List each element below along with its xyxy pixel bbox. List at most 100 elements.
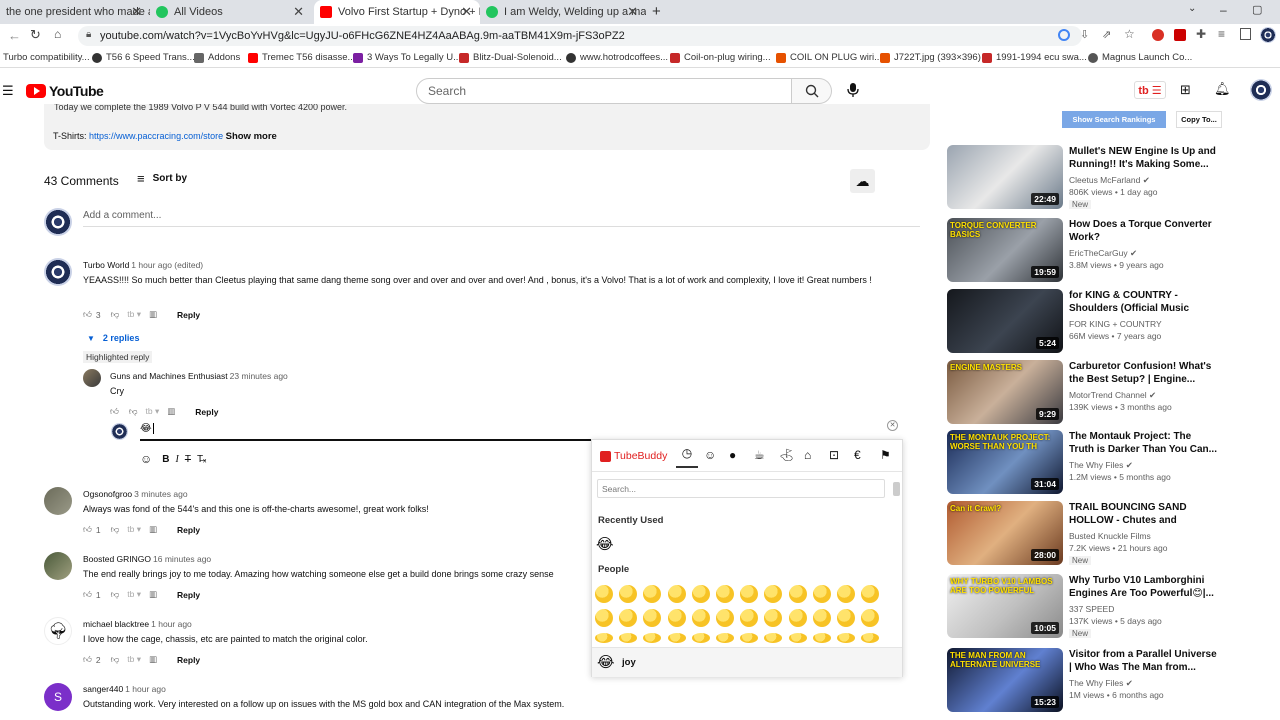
stats-icon[interactable]: ▥ [149, 524, 157, 535]
search-button[interactable] [792, 78, 832, 104]
browser-tab[interactable]: All Videos ✕ [150, 0, 312, 24]
bookmark-item[interactable]: www.hotrodcoffees... [566, 52, 668, 63]
close-icon[interactable]: ✕ [887, 420, 898, 431]
dislike-icon[interactable]: 👎︎ [129, 406, 138, 417]
bookmark-item[interactable]: Tremec T56 disasse... [248, 52, 355, 63]
tubebuddy-icon[interactable]: tb ▾ [127, 654, 141, 665]
emoji-search-input[interactable]: Search... [597, 479, 885, 498]
related-video-item[interactable]: Can it Crawl? 28:00 TRAIL BOUNCING SAND HO… [947, 501, 1217, 567]
video-thumbnail[interactable]: THE MAN FROM AN ALTERNATE UNIVERSE 15:23 [947, 648, 1063, 712]
emoji-button[interactable] [837, 585, 855, 603]
emoji-button[interactable] [788, 609, 807, 627]
video-thumbnail[interactable]: 22:49 [947, 145, 1063, 209]
reply-button[interactable]: Reply [177, 310, 200, 320]
bookmark-item[interactable]: 1991-1994 ecu swa... [982, 52, 1087, 63]
avatar[interactable] [83, 369, 101, 387]
comment-author[interactable]: Ogsonofgroo 3 minutes ago [83, 489, 188, 499]
add-comment-input[interactable]: Add a comment... [83, 210, 161, 221]
related-video-item[interactable]: THE MONTAUK PROJECT: WORSE THAN YOU TH 31… [947, 430, 1217, 496]
emoji-button[interactable] [667, 609, 686, 627]
italic-icon[interactable]: I [176, 454, 179, 465]
emoji-button[interactable] [861, 609, 880, 627]
close-tab-icon[interactable]: ✕ [131, 4, 142, 20]
like-icon[interactable]: 👍︎ [83, 524, 92, 535]
search-input[interactable]: Search [416, 78, 792, 104]
stats-icon[interactable]: ▥ [167, 406, 175, 417]
stats-icon[interactable]: ▥ [149, 654, 157, 665]
emoji-picker-icon[interactable]: ☺ [140, 452, 152, 466]
reply-button[interactable]: Reply [177, 590, 200, 600]
browser-tab-active[interactable]: Volvo First Startup + Dyno + Firs ✕ [314, 0, 480, 24]
side-panel-icon[interactable] [1240, 28, 1251, 40]
video-channel[interactable]: The Why Files ✔ [1069, 678, 1133, 689]
bookmark-item[interactable]: COIL ON PLUG wiri... [776, 52, 882, 63]
comment-author[interactable]: michael blacktree 1 hour ago [83, 619, 192, 629]
tubebuddy-icon[interactable]: tb ▾ [127, 524, 141, 535]
video-thumbnail[interactable]: TORQUE CONVERTER BASICS 19:59 [947, 218, 1063, 282]
video-channel[interactable]: Busted Knuckle Films [1069, 531, 1151, 541]
flags-tab-icon[interactable]: ⚑ [880, 448, 891, 462]
account-avatar[interactable] [1250, 79, 1272, 101]
video-channel[interactable]: The Why Files ✔ [1069, 460, 1133, 471]
emoji-button[interactable] [716, 609, 734, 627]
dislike-icon[interactable]: 👎︎ [111, 524, 120, 535]
puzzle-icon[interactable]: ✚ [1196, 27, 1206, 41]
video-thumbnail[interactable]: WHY TURBO V10 LAMBOS ARE TOO POWERFUL 10:… [947, 574, 1063, 638]
tubebuddy-extension-icon[interactable] [1174, 29, 1186, 41]
like-icon[interactable]: 👍︎ [110, 406, 119, 417]
related-video-item[interactable]: 5:24 for KING & COUNTRY - Shoulders (Offi… [947, 289, 1217, 355]
objects-tab-icon[interactable]: ⊡ [829, 448, 839, 462]
like-icon[interactable]: 👍︎ [83, 309, 92, 320]
avatar[interactable]: 🌳︎ [44, 617, 72, 645]
video-title[interactable]: Mullet's NEW Engine Is Up and Running!! … [1069, 145, 1217, 171]
strikethrough-icon[interactable]: T [185, 454, 191, 465]
symbols-tab-icon[interactable]: € [854, 448, 861, 462]
emoji-button[interactable] [740, 585, 759, 603]
youtube-logo[interactable]: YouTube [26, 83, 104, 99]
emoji-button[interactable] [812, 609, 831, 627]
video-channel[interactable]: 337 SPEED [1069, 604, 1114, 614]
emoji-button[interactable] [788, 585, 807, 603]
like-icon[interactable]: 👍︎ [83, 589, 92, 600]
comment-author[interactable]: Turbo World 1 hour ago (edited) [83, 260, 203, 270]
tubebuddy-menu-button[interactable]: tb ☰ [1134, 81, 1166, 99]
emoji-button[interactable] [595, 633, 613, 643]
reply-button[interactable]: Reply [177, 655, 200, 665]
related-video-item[interactable]: THE MAN FROM AN ALTERNATE UNIVERSE 15:23 V… [947, 648, 1217, 714]
emoji-button[interactable] [837, 609, 855, 627]
reload-icon[interactable]: ↻ [30, 27, 41, 43]
video-title[interactable]: for KING & COUNTRY - Shoulders (Official… [1069, 289, 1217, 316]
reply-button[interactable]: Reply [195, 407, 218, 417]
google-icon[interactable] [1058, 29, 1070, 41]
video-title[interactable]: TRAIL BOUNCING SAND HOLLOW - Chutes and … [1069, 501, 1217, 528]
video-title[interactable]: Visitor from a Parallel Universe | Who W… [1069, 648, 1217, 674]
food-tab-icon[interactable]: ☕︎ [754, 448, 765, 462]
video-title[interactable]: Carburetor Confusion! What's the Best Se… [1069, 360, 1217, 386]
cloud-icon[interactable]: ☁ [850, 169, 875, 193]
smileys-tab-icon[interactable]: ☺ [704, 448, 716, 462]
video-title[interactable]: How Does a Torque Converter Work? [1069, 218, 1217, 244]
bold-icon[interactable]: B [162, 454, 169, 465]
emoji-button[interactable] [764, 633, 783, 643]
bookmark-item[interactable]: Blitz-Dual-Solenoid... [459, 52, 562, 63]
browser-tab[interactable]: the one president who made am ✕ [0, 0, 150, 24]
related-video-item[interactable]: TORQUE CONVERTER BASICS 19:59 How Does a T… [947, 218, 1217, 284]
related-video-item[interactable]: 22:49 Mullet's NEW Engine Is Up and Runni… [947, 145, 1217, 211]
show-more-button[interactable]: Show more [226, 131, 277, 142]
bookmark-item[interactable]: J722T.jpg (393×396) [880, 52, 981, 63]
avatar[interactable] [44, 487, 72, 515]
emoji-joy-button[interactable]: 😂 [596, 535, 614, 553]
video-title[interactable]: The Montauk Project: The Truth is Darker… [1069, 430, 1217, 456]
video-thumbnail[interactable]: THE MONTAUK PROJECT: WORSE THAN YOU TH 31… [947, 430, 1063, 494]
reply-button[interactable]: Reply [177, 525, 200, 535]
places-tab-icon[interactable]: ⌂ [804, 448, 811, 462]
reading-list-icon[interactable]: ≡ [1218, 27, 1225, 41]
scrollbar-thumb[interactable] [893, 482, 900, 496]
video-channel[interactable]: FOR KING + COUNTRY [1069, 319, 1162, 329]
show-search-rankings-button[interactable]: Show Search Rankings [1062, 111, 1166, 128]
emoji-button[interactable] [643, 609, 662, 627]
tab-search-icon[interactable]: ⌄ [1188, 3, 1196, 14]
emoji-button[interactable] [667, 585, 686, 603]
avatar[interactable] [44, 258, 72, 286]
share-icon[interactable]: ⇗ [1102, 28, 1111, 41]
